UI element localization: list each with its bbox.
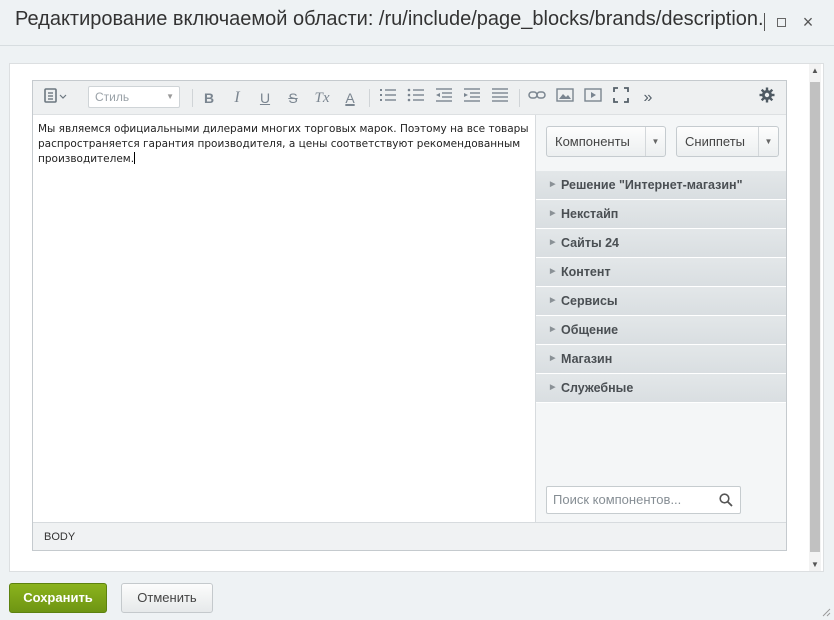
caret-right-icon: ▶ <box>550 384 556 391</box>
settings-button[interactable] <box>756 87 778 109</box>
underline-button[interactable]: U <box>255 87 275 109</box>
components-panel: Компоненты ▼ Сниппеты ▼ ▶ Решение "Интерн… <box>535 115 786 522</box>
link-icon <box>528 91 546 99</box>
save-button[interactable]: Сохранить <box>9 583 107 613</box>
document-mode-icon <box>44 88 67 103</box>
clear-format-button[interactable]: Tx <box>311 87 333 109</box>
tree-item[interactable]: ▶ Решение "Интернет-магазин" <box>536 171 786 200</box>
outdent-icon <box>436 88 452 102</box>
search-placeholder: Поиск компонентов... <box>553 492 682 507</box>
tree-item-label: Некстайп <box>561 207 619 221</box>
chevron-down-icon[interactable]: ▼ <box>758 127 778 156</box>
bold-button[interactable]: B <box>199 87 219 109</box>
tree-item[interactable]: ▶ Некстайп <box>536 200 786 229</box>
tree-item[interactable]: ▶ Общение <box>536 316 786 345</box>
caret-right-icon: ▶ <box>550 326 556 333</box>
components-tree: ▶ Решение "Интернет-магазин" ▶ Некстайп ▶ С… <box>536 171 786 403</box>
scroll-down-icon[interactable]: ▼ <box>811 560 819 569</box>
editor-statusbar: BODY <box>33 522 786 550</box>
align-button[interactable] <box>489 87 511 109</box>
ordered-list-icon <box>380 89 396 101</box>
cancel-button[interactable]: Отменить <box>121 583 213 613</box>
style-select[interactable]: Стиль ▼ <box>88 86 180 108</box>
indent-button[interactable] <box>461 87 483 109</box>
vertical-scrollbar[interactable]: ▲ ▼ <box>809 64 821 571</box>
dom-path[interactable]: BODY <box>44 531 75 543</box>
search-icon[interactable] <box>719 493 733 507</box>
toolbar-separator <box>369 89 370 107</box>
tree-item[interactable]: ▶ Сервисы <box>536 287 786 316</box>
fullscreen-icon <box>613 87 629 103</box>
tree-item-label: Общение <box>561 323 619 337</box>
caret-right-icon: ▶ <box>550 181 556 188</box>
editor-text: Мы являемся официальными дилерами многих… <box>38 123 529 165</box>
outdent-button[interactable] <box>433 87 455 109</box>
tree-item-label: Контент <box>561 265 611 279</box>
tree-item-label: Сайты 24 <box>561 236 619 250</box>
link-button[interactable] <box>526 87 548 109</box>
editor-content[interactable]: Мы являемся официальными дилерами многих… <box>38 122 536 167</box>
toolbar-separator <box>519 89 520 107</box>
scrollbar-thumb[interactable] <box>810 82 820 552</box>
dialog-title: Редактирование включаемой области: /ru/i… <box>15 8 764 30</box>
fullscreen-button[interactable] <box>610 87 632 109</box>
scroll-up-icon[interactable]: ▲ <box>811 66 819 75</box>
html-editor: Стиль ▼ B I U S Tx A » Мы являемся офици… <box>32 80 787 551</box>
components-button-label: Компоненты <box>555 134 630 149</box>
text-cursor <box>134 152 136 164</box>
chevron-down-icon[interactable]: ▼ <box>645 127 665 156</box>
resize-grip-icon[interactable] <box>821 607 831 617</box>
tree-item-label: Служебные <box>561 381 634 395</box>
gear-icon <box>759 87 775 103</box>
editor-toolbar: Стиль ▼ B I U S Tx A » <box>33 81 786 115</box>
tree-item-label: Решение "Интернет-магазин" <box>561 178 743 192</box>
font-color-button[interactable]: A <box>340 87 360 109</box>
bullet-list-icon <box>407 88 424 102</box>
title-caret <box>764 13 765 31</box>
component-search-input[interactable]: Поиск компонентов... <box>546 486 741 514</box>
maximize-icon[interactable] <box>773 12 789 32</box>
more-tools-button[interactable]: » <box>638 87 658 109</box>
tree-item-label: Сервисы <box>561 294 618 308</box>
tree-item[interactable]: ▶ Сайты 24 <box>536 229 786 258</box>
snippets-button-label: Сниппеты <box>685 134 746 149</box>
caret-right-icon: ▶ <box>550 355 556 362</box>
tree-item[interactable]: ▶ Служебные <box>536 374 786 403</box>
caret-right-icon: ▶ <box>550 239 556 246</box>
components-button[interactable]: Компоненты ▼ <box>546 126 666 157</box>
dialog-titlebar: Редактирование включаемой области: /ru/i… <box>0 0 834 46</box>
bullet-list-button[interactable] <box>405 87 427 109</box>
image-button[interactable] <box>554 87 576 109</box>
ordered-list-button[interactable] <box>377 87 399 109</box>
caret-right-icon: ▶ <box>550 210 556 217</box>
tree-item[interactable]: ▶ Магазин <box>536 345 786 374</box>
caret-right-icon: ▶ <box>550 268 556 275</box>
editor-mode-switch[interactable] <box>41 87 71 109</box>
style-select-value: Стиль <box>95 90 130 104</box>
video-button[interactable] <box>582 87 604 109</box>
toolbar-separator <box>192 89 193 107</box>
close-icon[interactable]: × <box>800 12 816 32</box>
italic-button[interactable]: I <box>227 87 247 109</box>
dialog-content: Стиль ▼ B I U S Tx A » Мы являемся офици… <box>9 63 824 572</box>
image-icon <box>556 88 574 102</box>
strikethrough-button[interactable]: S <box>283 87 303 109</box>
indent-icon <box>464 88 480 102</box>
chevron-down-icon: ▼ <box>166 92 174 101</box>
tree-item[interactable]: ▶ Контент <box>536 258 786 287</box>
video-icon <box>584 88 602 102</box>
tree-item-label: Магазин <box>561 352 613 366</box>
caret-right-icon: ▶ <box>550 297 556 304</box>
align-justify-icon <box>492 88 508 102</box>
snippets-button[interactable]: Сниппеты ▼ <box>676 126 779 157</box>
